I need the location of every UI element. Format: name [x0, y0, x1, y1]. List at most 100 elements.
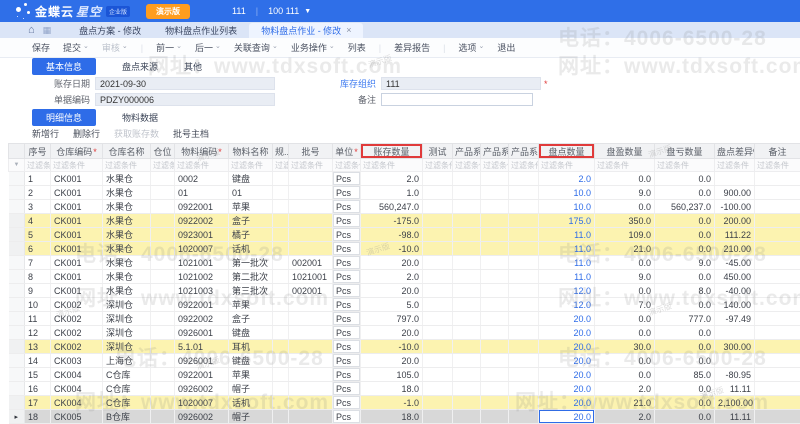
cell-wh_code[interactable]: CK002: [51, 340, 103, 354]
cell-unit[interactable]: Pcs: [333, 326, 361, 340]
cell-count_qty[interactable]: 20.0: [539, 368, 595, 382]
linked-query-button[interactable]: 关联查询⌄: [234, 41, 278, 54]
cell-unit[interactable]: Pcs: [333, 256, 361, 270]
cell-remark[interactable]: [755, 228, 800, 242]
cell-mat_code[interactable]: 0922001: [175, 298, 229, 312]
cell-ps1[interactable]: [453, 312, 481, 326]
stock-org-input[interactable]: 111: [381, 77, 541, 90]
cell-mat_name[interactable]: 盒子: [229, 312, 273, 326]
cell-mat_name[interactable]: 01: [229, 186, 273, 200]
cell-acct_qty[interactable]: -1.0: [361, 396, 423, 410]
cell-remark[interactable]: [755, 340, 800, 354]
cell-diff_pct[interactable]: 300.00: [715, 340, 755, 354]
cell-batch[interactable]: [289, 242, 333, 256]
col-acct_qty[interactable]: 账存数量: [361, 144, 423, 159]
cell-seq[interactable]: 4: [25, 214, 51, 228]
cell-remark[interactable]: [755, 214, 800, 228]
cell-mat_name[interactable]: 第二批次: [229, 270, 273, 284]
list-button[interactable]: 列表: [348, 41, 366, 54]
save-button[interactable]: 保存: [32, 41, 50, 54]
cell-ps1[interactable]: [453, 284, 481, 298]
cell-pos[interactable]: [151, 298, 175, 312]
cell-pos[interactable]: [151, 368, 175, 382]
cell-unit[interactable]: Pcs: [333, 410, 361, 424]
cell-count_qty[interactable]: 11.0: [539, 242, 595, 256]
cell-test[interactable]: [423, 382, 453, 396]
cell-wh_code[interactable]: CK001: [51, 228, 103, 242]
cell-remark[interactable]: [755, 410, 800, 424]
cell-acct_qty[interactable]: 20.0: [361, 284, 423, 298]
cell-diff_pct[interactable]: -97.49: [715, 312, 755, 326]
tab-inventory-plan[interactable]: 盘点方案 - 修改: [67, 23, 153, 38]
cell-acct_qty[interactable]: 5.0: [361, 298, 423, 312]
cell-wh_name[interactable]: 水果仓: [103, 242, 151, 256]
cell-gain_qty[interactable]: 0.0: [595, 172, 655, 186]
cell-ps2[interactable]: [481, 410, 509, 424]
cell-seq[interactable]: 15: [25, 368, 51, 382]
cell-acct_qty[interactable]: 2.0: [361, 172, 423, 186]
cell-mat_code[interactable]: 0923001: [175, 228, 229, 242]
cell-spec[interactable]: [273, 396, 289, 410]
filter-seq[interactable]: 过滤条件: [25, 159, 51, 172]
cell-ps1[interactable]: [453, 410, 481, 424]
cell-ps2[interactable]: [481, 326, 509, 340]
cell-ps3[interactable]: [509, 340, 539, 354]
close-icon[interactable]: ×: [346, 25, 351, 35]
cell-count_qty[interactable]: 20.0: [539, 340, 595, 354]
cell-pos[interactable]: [151, 242, 175, 256]
cell-spec[interactable]: [273, 186, 289, 200]
cell-ps2[interactable]: [481, 172, 509, 186]
cell-ps3[interactable]: [509, 186, 539, 200]
col-mat_code[interactable]: 物料编码*: [175, 144, 229, 159]
cell-ps3[interactable]: [509, 312, 539, 326]
cell-unit[interactable]: Pcs: [333, 284, 361, 298]
cell-count_qty[interactable]: 20.0: [539, 382, 595, 396]
filter-mat_name[interactable]: 过滤条件: [229, 159, 273, 172]
cell-batch[interactable]: 1021001: [289, 270, 333, 284]
cell-unit[interactable]: Pcs: [333, 186, 361, 200]
cell-seq[interactable]: 6: [25, 242, 51, 256]
cell-loss_qty[interactable]: 0.0: [655, 228, 715, 242]
cell-test[interactable]: [423, 172, 453, 186]
cell-batch[interactable]: [289, 228, 333, 242]
apps-grid-icon[interactable]: ▦: [43, 25, 52, 36]
cell-wh_name[interactable]: 水果仓: [103, 172, 151, 186]
cell-spec[interactable]: [273, 368, 289, 382]
cell-ps1[interactable]: [453, 270, 481, 284]
cell-mat_code[interactable]: 01: [175, 186, 229, 200]
cell-batch[interactable]: [289, 298, 333, 312]
cell-spec[interactable]: [273, 354, 289, 368]
cell-loss_qty[interactable]: 0.0: [655, 298, 715, 312]
cell-acct_qty[interactable]: 797.0: [361, 312, 423, 326]
cell-spec[interactable]: [273, 298, 289, 312]
col-unit[interactable]: 单位*: [333, 144, 361, 159]
cell-acct_qty[interactable]: 2.0: [361, 270, 423, 284]
cell-batch[interactable]: [289, 368, 333, 382]
col-loss_qty[interactable]: 盘亏数量: [655, 144, 715, 159]
cell-seq[interactable]: 11: [25, 312, 51, 326]
cell-count_qty[interactable]: 175.0: [539, 214, 595, 228]
cell-ps1[interactable]: [453, 340, 481, 354]
cell-seq[interactable]: 1: [25, 172, 51, 186]
cell-wh_name[interactable]: B仓库: [103, 410, 151, 424]
cell-test[interactable]: [423, 200, 453, 214]
delete-row-button[interactable]: 删除行: [73, 127, 100, 140]
cell-unit[interactable]: Pcs: [333, 242, 361, 256]
cell-test[interactable]: [423, 326, 453, 340]
cell-loss_qty[interactable]: 0.0: [655, 172, 715, 186]
cell-mat_name[interactable]: 键盘: [229, 326, 273, 340]
cell-wh_code[interactable]: CK002: [51, 312, 103, 326]
col-remark[interactable]: 备注: [755, 144, 800, 159]
cell-test[interactable]: [423, 214, 453, 228]
cell-spec[interactable]: [273, 242, 289, 256]
cell-acct_qty[interactable]: -98.0: [361, 228, 423, 242]
cell-remark[interactable]: [755, 326, 800, 340]
cell-ps3[interactable]: [509, 228, 539, 242]
diff-report-button[interactable]: 差异报告: [394, 41, 430, 54]
cell-ps3[interactable]: [509, 382, 539, 396]
cell-ps3[interactable]: [509, 214, 539, 228]
cell-acct_qty[interactable]: 1.0: [361, 186, 423, 200]
cell-mat_code[interactable]: 0922002: [175, 312, 229, 326]
cell-pos[interactable]: [151, 326, 175, 340]
cell-mat_code[interactable]: 1021002: [175, 270, 229, 284]
